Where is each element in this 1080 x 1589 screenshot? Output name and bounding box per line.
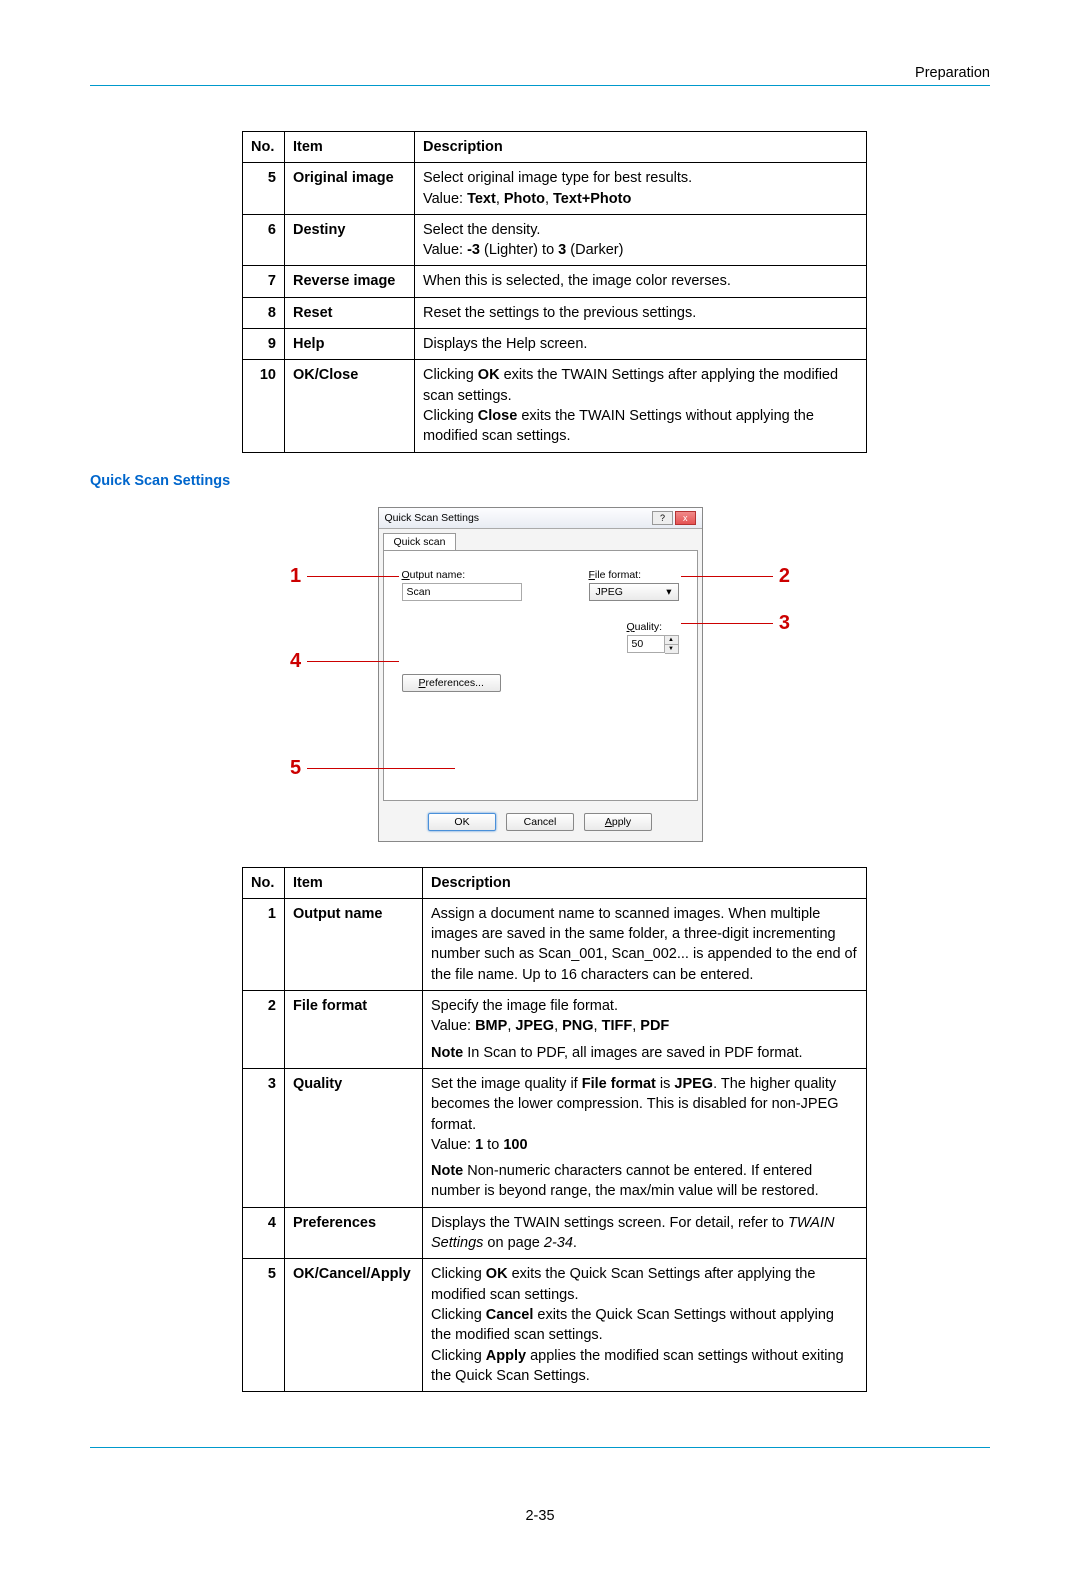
table-row: 5 OK/Cancel/Apply Clicking OK exits the … [243, 1259, 867, 1392]
quick-scan-heading: Quick Scan Settings [90, 473, 990, 489]
table-row: 1 Output name Assign a document name to … [243, 898, 867, 990]
col-header-no: No. [243, 867, 285, 898]
callout-1: 1 [290, 565, 399, 588]
callout-5: 5 [290, 757, 455, 780]
callout-4: 4 [290, 650, 399, 673]
cancel-button[interactable]: Cancel [506, 813, 574, 831]
table-row: 6 Destiny Select the density. Value: -3 … [243, 214, 867, 266]
twain-settings-table: No. Item Description 5 Original image Se… [242, 131, 867, 453]
table-row: 2 File format Specify the image file for… [243, 991, 867, 1069]
table-row: 9 Help Displays the Help screen. [243, 329, 867, 360]
footer-divider [90, 1447, 990, 1448]
table-row: 7 Reverse image When this is selected, t… [243, 266, 867, 297]
output-name-label: OOutput name:utput name: [402, 569, 522, 581]
callout-3: 3 [681, 612, 790, 635]
step-down-icon[interactable]: ▼ [665, 645, 678, 653]
table-row: 5 Original image Select original image t… [243, 163, 867, 215]
quick-scan-dialog: Quick Scan Settings ? x Quick scan OOutp… [378, 507, 703, 842]
quality-input[interactable] [627, 635, 665, 653]
tab-quick-scan[interactable]: Quick scan [383, 533, 457, 550]
apply-button[interactable]: Apply [584, 813, 652, 831]
col-header-item: Item [285, 132, 415, 163]
output-name-input[interactable] [402, 583, 522, 601]
file-format-label: File format: [589, 569, 679, 581]
close-button[interactable]: x [675, 511, 696, 525]
col-header-desc: Description [415, 132, 867, 163]
table-row: 10 OK/Close Clicking OK exits the TWAIN … [243, 360, 867, 452]
quick-scan-diagram: 1 2 3 4 5 Quick Scan Settings ? x Quick … [300, 507, 780, 842]
chevron-down-icon: ▾ [666, 586, 671, 598]
table-row: 3 Quality Set the image quality if File … [243, 1068, 867, 1207]
quality-label: Quality: [627, 621, 679, 633]
col-header-no: No. [243, 132, 285, 163]
col-header-desc: Description [423, 867, 867, 898]
quality-stepper[interactable]: ▲ ▼ [627, 635, 679, 654]
help-button[interactable]: ? [652, 511, 673, 525]
col-header-item: Item [285, 867, 423, 898]
table-row: 8 Reset Reset the settings to the previo… [243, 297, 867, 328]
dialog-title-text: Quick Scan Settings [385, 512, 480, 524]
breadcrumb-section: Preparation [90, 65, 990, 81]
quick-scan-table: No. Item Description 1 Output name Assig… [242, 867, 867, 1393]
preferences-button[interactable]: Preferences... [402, 674, 501, 692]
ok-button[interactable]: OK [428, 813, 496, 831]
callout-2: 2 [681, 565, 790, 588]
step-up-icon[interactable]: ▲ [665, 636, 678, 645]
file-format-select[interactable]: JPEG ▾ [589, 583, 679, 601]
header-divider [90, 85, 990, 86]
page-number: 2-35 [90, 1508, 990, 1524]
table-row: 4 Preferences Displays the TWAIN setting… [243, 1207, 867, 1259]
